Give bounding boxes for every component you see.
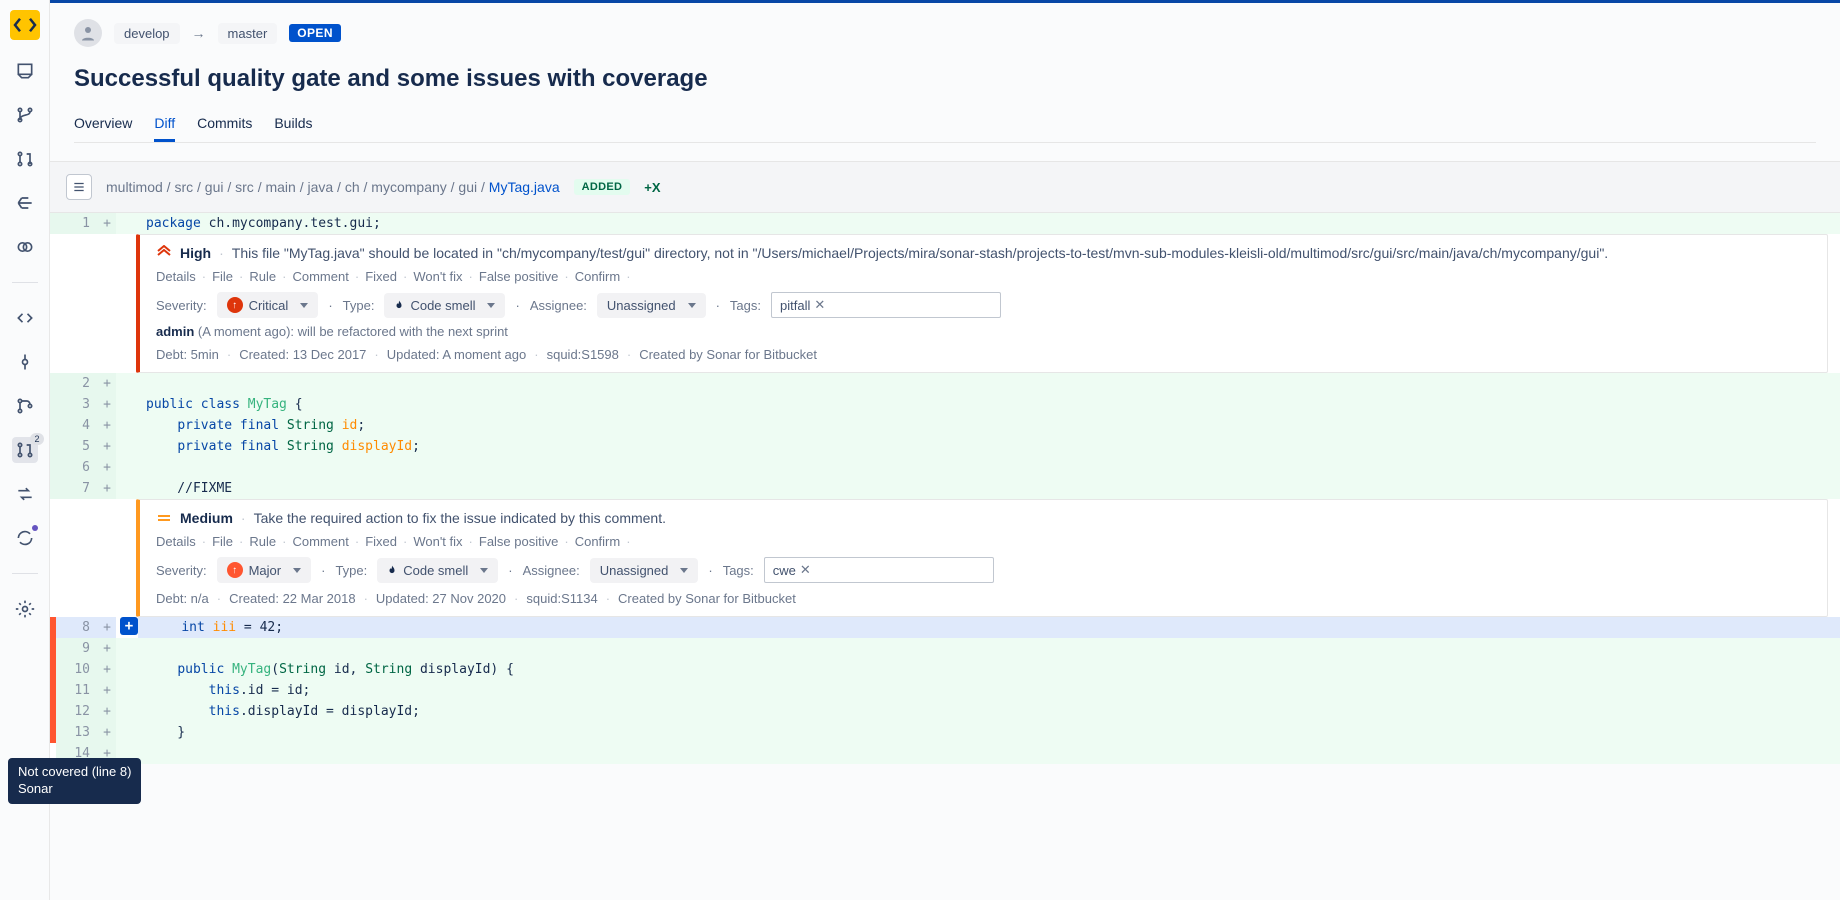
file-lines-added: +X [644,180,660,195]
issue-comment: admin (A moment ago): will be refactored… [156,324,1811,339]
type-dropdown[interactable]: Code smell [377,558,498,583]
main-content: develop → master OPEN Successful quality… [50,0,1840,900]
action-confirm[interactable]: Confirm [575,269,621,284]
issue-message: This file "MyTag.java" should be located… [232,245,1608,261]
severity-high-icon [156,245,172,261]
pr-status-badge: OPEN [289,24,341,42]
source-icon[interactable] [12,305,38,331]
highlighted-line: 8+ + int iii = 42; [50,617,1840,638]
arrow-icon: → [192,25,206,41]
action-file[interactable]: File [212,269,233,284]
pr-title: Successful quality gate and some issues … [74,65,1816,93]
file-path: multimod / src / gui / src / main / java… [106,179,560,195]
action-fixed[interactable]: Fixed [365,269,397,284]
file-change-badge: ADDED [574,179,631,195]
tab-commits[interactable]: Commits [197,107,252,142]
remove-tag-icon[interactable]: ✕ [800,562,811,578]
branches-icon[interactable] [12,393,38,419]
action-falsepositive[interactable]: False positive [479,269,558,284]
settings-icon[interactable] [12,596,38,622]
add-comment-button[interactable]: + [120,617,138,635]
type-dropdown[interactable]: Code smell [384,293,505,318]
severity-medium-icon [156,510,172,526]
tags-input[interactable]: pitfall✕ [771,292,1001,318]
tab-overview[interactable]: Overview [74,107,132,142]
tab-diff[interactable]: Diff [154,107,175,142]
app-logo-icon[interactable] [10,10,40,40]
action-rule[interactable]: Rule [249,269,276,284]
assignee-dropdown[interactable]: Unassigned [597,293,706,318]
file-name[interactable]: MyTag.java [489,179,560,195]
tags-input[interactable]: cwe✕ [764,557,994,583]
compare-icon[interactable] [12,481,38,507]
action-comment[interactable]: Comment [292,269,348,284]
target-branch[interactable]: master [218,23,278,44]
file-header: multimod / src / gui / src / main / java… [50,161,1840,213]
issue-high: High · This file "MyTag.java" should be … [136,234,1828,373]
severity-label: High [180,245,211,261]
merge-icon[interactable] [12,190,38,216]
remove-tag-icon[interactable]: ✕ [814,297,825,313]
pull-request-open-icon[interactable] [12,146,38,172]
diff-viewer: 1+package ch.mycompany.test.gui; High · … [50,213,1840,764]
severity-dropdown[interactable]: ↑Major [217,557,312,583]
file-tree-toggle-icon[interactable] [66,174,92,200]
issue-actions: Details· File· Rule· Comment· Fixed· Won… [156,269,1811,284]
tab-builds[interactable]: Builds [274,107,312,142]
branch-icon[interactable] [12,102,38,128]
pr-count-badge: 2 [30,433,43,445]
issue-medium: Medium · Take the required action to fix… [136,499,1828,617]
code-line: package ch.mycompany.test.gui; [116,213,1840,234]
severity-dropdown[interactable]: ↑Critical [217,292,319,318]
pull-requests-icon[interactable]: 2 [12,437,38,463]
action-details[interactable]: Details [156,269,196,284]
assignee-dropdown[interactable]: Unassigned [590,558,699,583]
action-wontfix[interactable]: Won't fix [413,269,462,284]
commits-icon[interactable] [12,349,38,375]
inbox-icon[interactable] [12,58,38,84]
pr-tabs: Overview Diff Commits Builds [74,107,1816,143]
source-branch[interactable]: develop [114,23,180,44]
sync-icon[interactable] [12,525,38,551]
author-avatar[interactable] [74,19,102,47]
coverage-tooltip: Not covered (line 8) Sonar [8,758,141,804]
rings-icon[interactable] [12,234,38,260]
